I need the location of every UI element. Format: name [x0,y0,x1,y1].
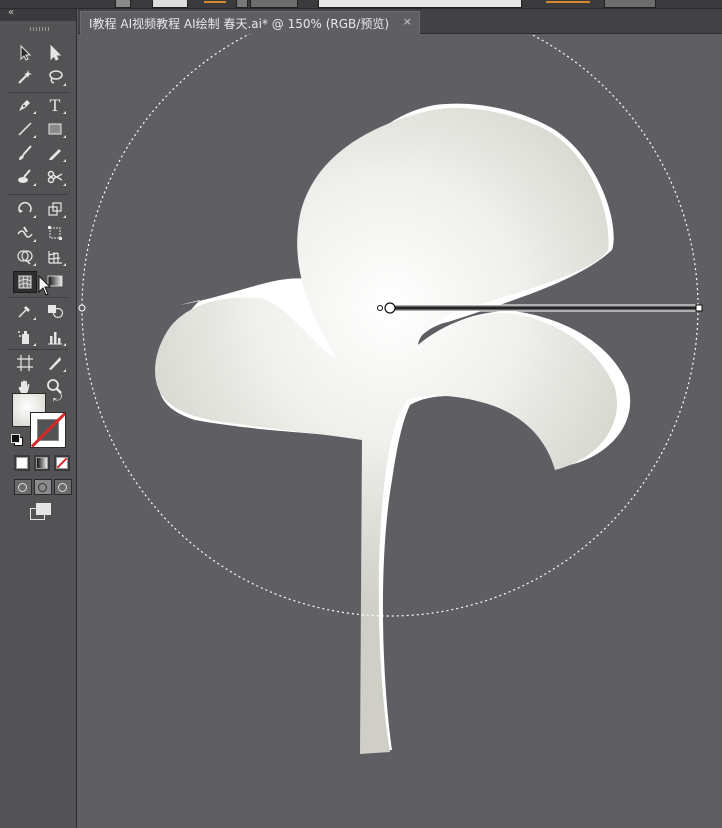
pen-tool-icon[interactable] [14,95,36,115]
opacity-link[interactable] [546,1,590,3]
eyedropper-tool-icon[interactable] [14,301,36,321]
scissors-tool-icon[interactable] [44,167,66,187]
perspective-grid-tool-icon[interactable] [44,247,66,267]
document-tab-title: I教程 AI视频教程 AI绘制 春天.ai* @ 150% (RGB/预览) [89,16,390,31]
blend-tool-icon[interactable] [44,301,66,321]
slice-tool-icon[interactable] [44,353,66,373]
free-transform-tool-icon[interactable] [44,223,66,243]
blob-brush-tool-icon[interactable] [14,167,36,187]
stroke-swatch[interactable] [30,412,66,448]
magic-wand-tool-icon[interactable] [14,67,36,87]
mouse-cursor-icon [38,275,52,296]
gradient-end-handle[interactable] [695,304,703,312]
stroke-swatch-mini[interactable] [152,0,188,8]
variable-width-profile[interactable] [318,0,522,8]
artwork[interactable] [78,34,722,828]
gradient-mode-button[interactable] [34,455,50,471]
gradient-origin-small-handle[interactable] [377,305,383,311]
document-tab-bar: I教程 AI视频教程 AI绘制 春天.ai* @ 150% (RGB/预览) × [78,9,722,34]
column-graph-tool-icon[interactable] [44,327,66,347]
shape-builder-tool-icon[interactable] [14,247,36,267]
default-fill-stroke-icon[interactable] [11,434,25,448]
document-tab[interactable]: I教程 AI视频教程 AI绘制 春天.ai* @ 150% (RGB/预览) × [80,11,420,34]
flower-shape[interactable] [155,108,617,755]
gradient-ellipse-handle[interactable] [78,304,86,312]
draw-inside-button[interactable] [54,479,72,495]
type-tool-icon[interactable]: T [44,95,66,115]
warp-tool-icon[interactable] [14,223,36,243]
swap-fill-stroke-icon[interactable]: ⤾ [53,391,62,405]
control-bar [0,0,722,9]
screen-mode-icon[interactable] [30,503,51,520]
line-segment-tool-icon[interactable] [14,119,36,139]
fill-swatch-mini[interactable] [115,0,131,8]
tools-panel: « T ⤾ [0,7,77,828]
direct-selection-tool-icon[interactable] [44,43,66,63]
type-tool-glyph: T [49,95,61,115]
paintbrush-tool-icon[interactable] [14,143,36,163]
opacity-field[interactable] [604,0,656,8]
draw-behind-button[interactable] [34,479,52,495]
stroke-weight-stepper[interactable] [236,0,248,8]
gradient-origin-handle[interactable] [384,302,396,314]
color-mode-button[interactable] [14,455,30,471]
close-tab-button[interactable]: × [403,15,412,28]
selection-tool-icon[interactable] [14,43,36,63]
rotate-tool-icon[interactable] [14,199,36,219]
draw-normal-button[interactable] [14,479,32,495]
scale-tool-icon[interactable] [44,199,66,219]
lasso-tool-icon[interactable] [44,67,66,87]
artboard-canvas[interactable] [78,34,722,828]
symbol-sprayer-tool-icon[interactable] [14,327,36,347]
stroke-link[interactable] [204,1,226,3]
stroke-weight-field[interactable] [250,0,298,8]
panel-title-strip: « [0,7,76,21]
pencil-tool-icon[interactable] [44,143,66,163]
none-mode-button[interactable] [54,455,70,471]
artboard-tool-icon[interactable] [14,353,36,373]
panel-grip[interactable] [30,27,50,31]
rectangle-tool-icon[interactable] [44,119,66,139]
mesh-tool-icon[interactable] [13,271,37,293]
collapse-panel-button[interactable]: « [8,7,14,18]
